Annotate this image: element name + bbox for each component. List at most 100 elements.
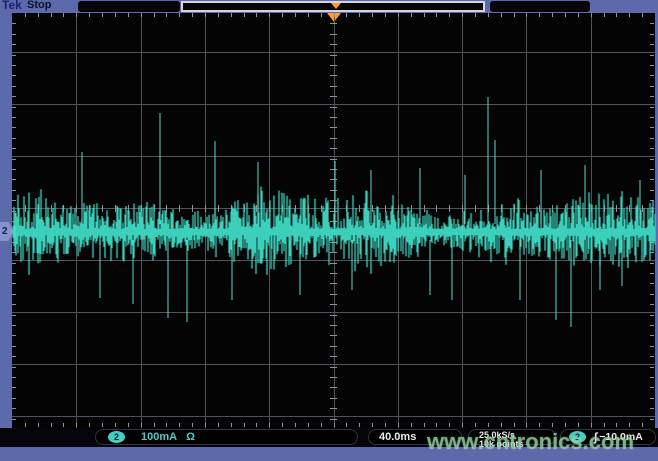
graticule-tick — [650, 294, 654, 295]
graticule-tick — [330, 75, 337, 76]
graticule-tick — [650, 211, 654, 212]
graticule-tick — [12, 117, 16, 118]
record-view-bar[interactable] — [181, 1, 485, 12]
graticule-tick — [12, 419, 16, 420]
graticule-tick — [372, 423, 373, 427]
graticule-tick — [231, 205, 232, 212]
graticule-tick — [89, 13, 90, 17]
graticule-tick — [650, 408, 654, 409]
graticule-tick — [650, 419, 654, 420]
graticule-tick — [295, 13, 296, 17]
graticule-tick — [650, 231, 654, 232]
graticule-tick — [154, 205, 155, 212]
graticule-tick — [650, 325, 654, 326]
graticule-tick — [436, 13, 437, 17]
graticule-tick — [12, 107, 16, 108]
graticule-tick — [231, 423, 232, 427]
graticule-tick — [51, 423, 52, 427]
graticule-tick — [12, 387, 16, 388]
graticule-tick — [565, 13, 566, 17]
acquisition-status: Stop — [27, 0, 51, 11]
graticule-tick — [650, 252, 654, 253]
graticule-tick — [330, 242, 337, 243]
graticule-tick — [462, 423, 463, 427]
graticule-tick — [308, 205, 309, 212]
graticule-tick — [12, 263, 16, 264]
graticule-tick — [578, 205, 579, 212]
graticule-tick — [411, 423, 412, 427]
graticule-tick — [308, 13, 309, 17]
graticule-tick — [650, 159, 654, 160]
graticule-tick — [330, 55, 337, 56]
graticule-tick — [475, 13, 476, 17]
graticule-tick — [179, 13, 180, 17]
graticule-tick — [330, 96, 337, 97]
graticule-tick — [330, 294, 337, 295]
graticule-line — [398, 13, 399, 428]
graticule-tick — [154, 423, 155, 427]
graticule-tick — [141, 205, 142, 212]
graticule-tick — [650, 75, 654, 76]
graticule-tick — [12, 148, 16, 149]
graticule-tick — [115, 13, 116, 17]
graticule-tick — [650, 335, 654, 336]
graticule-tick — [411, 13, 412, 17]
graticule-tick — [629, 205, 630, 212]
graticule-tick — [650, 263, 654, 264]
graticule-tick — [629, 13, 630, 17]
graticule-tick — [346, 205, 347, 212]
graticule-tick — [449, 13, 450, 17]
graticule-tick — [269, 423, 270, 427]
graticule-tick — [192, 423, 193, 427]
graticule-tick — [12, 200, 16, 201]
graticule-tick — [244, 205, 245, 212]
graticule-tick — [330, 304, 337, 305]
oscilloscope-screen: Tek Stop 2 2 100mA Ω 40.0ms 25.0kS/s 10k — [0, 0, 658, 461]
graticule-tick — [330, 159, 337, 160]
graticule-tick — [359, 13, 360, 17]
graticule-tick — [38, 13, 39, 17]
channel-2-ground-tick — [13, 226, 16, 237]
graticule-line — [12, 260, 655, 261]
graticule-tick — [76, 205, 77, 212]
graticule-line — [205, 13, 206, 428]
graticule-tick — [424, 205, 425, 212]
channel-2-badge: 2 — [108, 431, 125, 443]
graticule-tick — [166, 205, 167, 212]
graticule-tick — [12, 315, 16, 316]
graticule-tick — [12, 179, 16, 180]
graticule-tick — [330, 356, 337, 357]
titlebar-readout-box — [490, 1, 590, 12]
graticule-tick — [650, 387, 654, 388]
graticule-line — [591, 13, 592, 428]
graticule-tick — [330, 231, 337, 232]
graticule-tick — [604, 205, 605, 212]
graticule-tick — [650, 86, 654, 87]
graticule-tick — [308, 423, 309, 427]
graticule-tick — [76, 13, 77, 17]
graticule-tick — [218, 423, 219, 427]
graticule-tick — [12, 75, 16, 76]
graticule-tick — [334, 205, 335, 212]
graticule-tick — [591, 205, 592, 212]
graticule-tick — [330, 44, 337, 45]
graticule-tick — [462, 205, 463, 212]
graticule-tick — [330, 200, 337, 201]
graticule-tick — [128, 13, 129, 17]
graticule-tick — [12, 398, 16, 399]
graticule-tick — [629, 423, 630, 427]
graticule-tick — [650, 304, 654, 305]
graticule-tick — [552, 205, 553, 212]
graticule-tick — [12, 221, 16, 222]
graticule-tick — [650, 221, 654, 222]
graticule-tick — [12, 273, 16, 274]
channel-2-readout[interactable]: 2 100mA Ω — [95, 429, 358, 445]
channel-2-coupling-ohm: Ω — [186, 431, 195, 443]
graticule-tick — [12, 190, 16, 191]
graticule-tick — [372, 13, 373, 17]
graticule-tick — [475, 205, 476, 212]
graticule-tick — [650, 283, 654, 284]
graticule-tick — [650, 356, 654, 357]
graticule-tick — [616, 13, 617, 17]
graticule-tick — [141, 13, 142, 17]
